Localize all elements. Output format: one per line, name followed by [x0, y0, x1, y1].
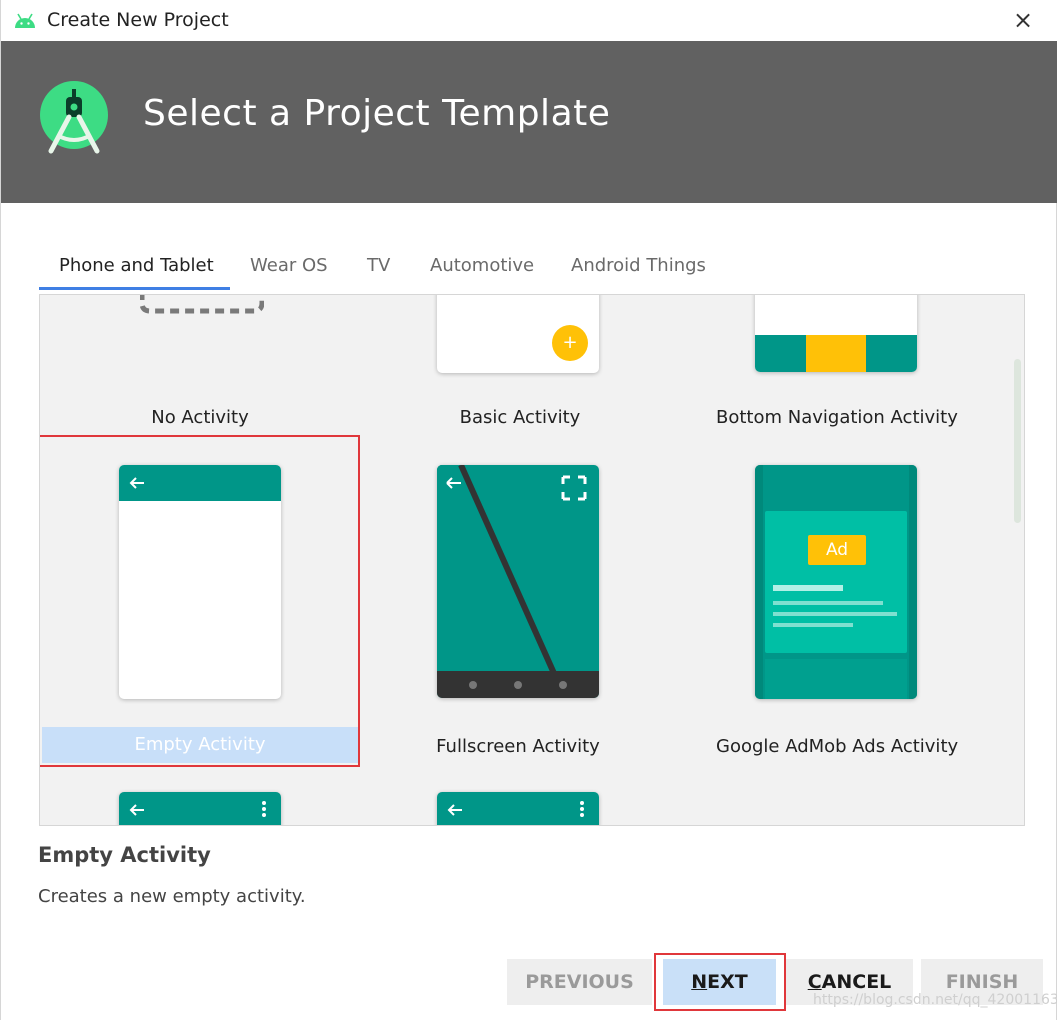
fab-icon: +: [552, 325, 588, 361]
ad-footer: [765, 659, 907, 699]
tab-android-things[interactable]: Android Things: [571, 255, 706, 295]
active-tab-indicator: [39, 287, 230, 290]
android-studio-logo: [40, 81, 108, 154]
template-label-basic-activity[interactable]: Basic Activity: [400, 407, 640, 428]
next-button[interactable]: NEXT: [663, 959, 776, 1005]
scrollbar-thumb[interactable]: [1014, 359, 1021, 523]
create-project-dialog: Create New Project × Select a Project Te…: [0, 0, 1057, 1020]
tab-wear-os[interactable]: Wear OS: [250, 255, 328, 295]
page-title: Select a Project Template: [143, 93, 611, 134]
bottom-nav-selected-item: [806, 335, 866, 372]
overflow-menu-icon: [262, 801, 266, 817]
template-label-fullscreen-activity[interactable]: Fullscreen Activity: [398, 736, 638, 757]
close-icon[interactable]: ×: [1010, 6, 1036, 34]
selection-highlight: [40, 435, 360, 767]
back-arrow-icon: [447, 804, 462, 816]
template-label-google-admob-ads[interactable]: Google AdMob Ads Activity: [716, 736, 958, 757]
window-title: Create New Project: [47, 9, 229, 31]
basic-activity-preview[interactable]: +: [437, 295, 599, 373]
title-bar: Create New Project ×: [1, 0, 1057, 41]
ad-line: [773, 585, 843, 591]
tab-tv[interactable]: TV: [367, 255, 390, 295]
previous-button[interactable]: PREVIOUS: [507, 959, 652, 1005]
cancel-mnemonic: C: [807, 971, 822, 993]
template-grid[interactable]: No Activity + Basic Activity Bottom Navi…: [39, 294, 1025, 826]
tab-automotive[interactable]: Automotive: [430, 255, 534, 295]
template-label-no-activity[interactable]: No Activity: [80, 407, 320, 428]
ad-line: [773, 601, 883, 605]
no-activity-preview[interactable]: [140, 294, 264, 315]
template-label-bottom-navigation[interactable]: Bottom Navigation Activity: [716, 407, 958, 428]
selected-template-title: Empty Activity: [38, 843, 211, 867]
bottom-navigation-preview[interactable]: [755, 295, 917, 372]
fullscreen-illustration: [437, 465, 599, 698]
selected-template-description: Creates a new empty activity.: [38, 886, 306, 907]
watermark: https://blog.csdn.net/qq_42001163: [813, 992, 1057, 1008]
next-label-rest: EXT: [707, 971, 748, 993]
dialog-header: Select a Project Template: [1, 41, 1057, 203]
ad-badge: Ad: [808, 535, 866, 565]
admob-activity-preview[interactable]: Ad: [755, 465, 917, 699]
template-preview-row3-2[interactable]: [437, 792, 599, 825]
ad-line: [773, 623, 853, 627]
fullscreen-activity-preview[interactable]: [437, 465, 599, 698]
overflow-menu-icon: [580, 801, 584, 817]
ad-line: [773, 612, 897, 616]
cancel-label-rest: ANCEL: [821, 971, 892, 993]
android-icon: [15, 13, 35, 28]
ad-card: Ad: [765, 511, 907, 653]
next-mnemonic: N: [691, 971, 708, 993]
back-arrow-icon: [129, 804, 144, 816]
template-preview-row3-1[interactable]: [119, 792, 281, 825]
